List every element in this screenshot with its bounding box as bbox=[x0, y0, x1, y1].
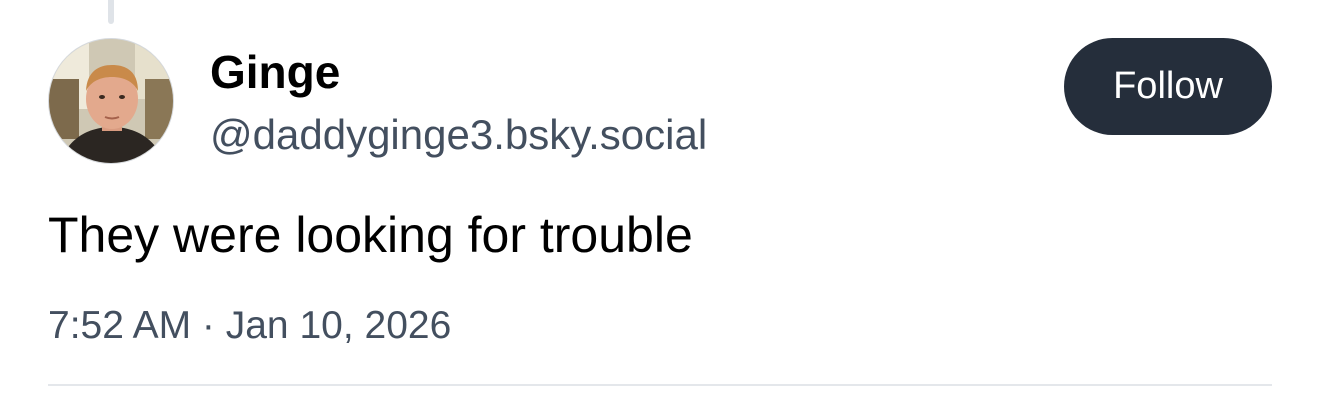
author-display-name[interactable]: Ginge bbox=[210, 44, 340, 100]
author-handle[interactable]: @daddyginge3.bsky.social bbox=[210, 108, 707, 162]
avatar[interactable] bbox=[48, 38, 174, 164]
thread-connector-line bbox=[108, 0, 114, 24]
avatar-photo bbox=[49, 39, 173, 163]
post-text: They were looking for trouble bbox=[48, 207, 693, 263]
follow-button[interactable]: Follow bbox=[1064, 38, 1272, 135]
post-timestamp[interactable]: 7:52 AM · Jan 10, 2026 bbox=[48, 300, 451, 352]
divider bbox=[48, 384, 1272, 386]
